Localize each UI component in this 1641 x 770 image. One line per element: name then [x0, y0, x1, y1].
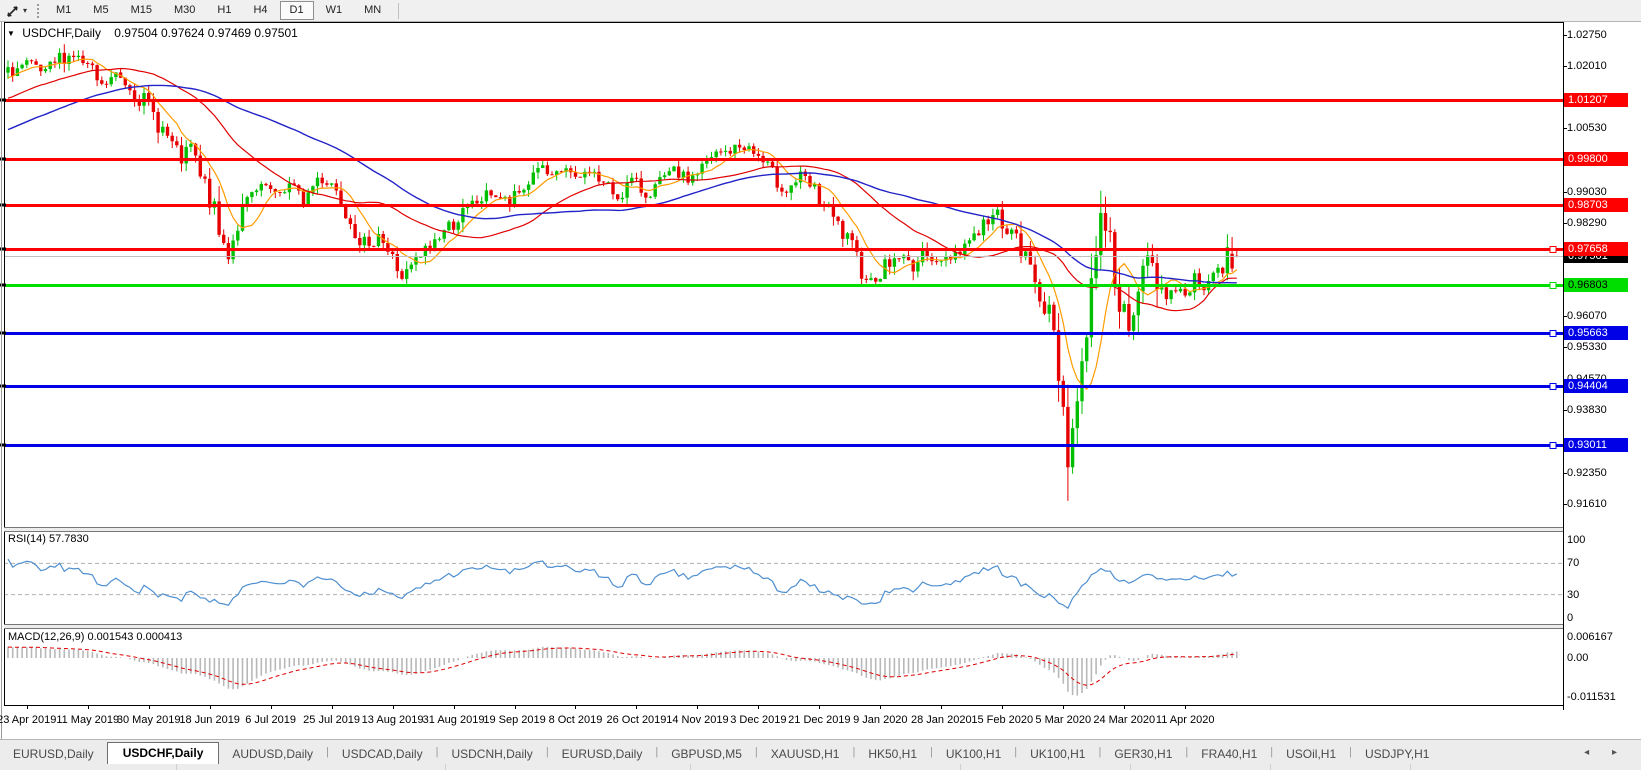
timeframe-button-d1[interactable]: D1	[279, 1, 314, 20]
toolbar-grip[interactable]	[37, 3, 39, 18]
line-drag-handle[interactable]	[1549, 246, 1557, 253]
timeframe-button-mn[interactable]: MN	[354, 1, 391, 20]
timeframe-button-h4[interactable]: H4	[243, 1, 277, 20]
chart-tab-gbpusd-m5[interactable]: GBPUSD,M5	[658, 744, 755, 765]
chart-tab-usdchf-daily[interactable]: USDCHF,Daily	[106, 742, 220, 765]
tab-scroll-arrows[interactable]: ◂ ▸	[1584, 747, 1627, 758]
chart-background	[0, 21, 1641, 739]
timeframe-button-h1[interactable]: H1	[207, 1, 241, 20]
chart-tool-icon[interactable]	[3, 2, 23, 20]
line-drag-handle[interactable]	[1549, 383, 1557, 390]
line-left-anchor	[0, 98, 6, 102]
status-divider	[1130, 764, 1131, 770]
timeframe-button-m5[interactable]: M5	[83, 1, 118, 20]
timeframe-button-m30[interactable]: M30	[164, 1, 205, 20]
status-divider	[690, 764, 691, 770]
line-left-anchor	[0, 247, 6, 251]
mt4-window: ▾ M1 M5 M15 M30 H1 H4 D1 W1 MN ▼ USDCHF,Daily 0.…	[0, 0, 1641, 770]
line-drag-handle[interactable]	[1549, 330, 1557, 337]
line-left-anchor	[0, 157, 6, 161]
chart-tab-eurusd-daily[interactable]: EURUSD,Daily	[0, 744, 107, 765]
chart-tab-audusd-daily[interactable]: AUDUSD,Daily	[219, 744, 326, 765]
status-divider	[1270, 764, 1271, 770]
line-left-anchor	[0, 443, 6, 447]
chart-tab-usdcnh-daily[interactable]: USDCNH,Daily	[438, 744, 545, 765]
chart-tab-hk50-h1[interactable]: HK50,H1	[855, 744, 930, 765]
line-left-anchor	[0, 283, 6, 287]
chart-tab-usdcad-daily[interactable]: USDCAD,Daily	[329, 744, 436, 765]
chevron-down-icon[interactable]: ▾	[23, 6, 33, 15]
chart-tab-ger30-h1[interactable]: GER30,H1	[1101, 744, 1185, 765]
chart-tab-uk100-h1[interactable]: UK100,H1	[1017, 744, 1098, 765]
status-divider	[1410, 764, 1411, 770]
chart-tab-uk100-h1[interactable]: UK100,H1	[933, 744, 1014, 765]
line-drag-handle[interactable]	[1549, 442, 1557, 449]
status-divider	[960, 764, 961, 770]
chart-tab-fra40-h1[interactable]: FRA40,H1	[1188, 744, 1270, 765]
status-divider	[445, 764, 446, 770]
chart-tab-usoil-h1[interactable]: USOil,H1	[1273, 744, 1349, 765]
timeframe-button-w1[interactable]: W1	[316, 1, 353, 20]
timeframe-button-m1[interactable]: M1	[46, 1, 81, 20]
line-left-anchor	[0, 384, 6, 388]
status-strip	[0, 764, 1641, 770]
toolbar-separator	[398, 2, 400, 19]
timeframe-button-m15[interactable]: M15	[121, 1, 162, 20]
chart-tab-eurusd-daily[interactable]: EURUSD,Daily	[549, 744, 656, 765]
chart-tab-xauusd-h1[interactable]: XAUUSD,H1	[758, 744, 853, 765]
status-divider	[176, 764, 177, 770]
line-left-anchor	[0, 203, 6, 207]
chart-plot-area[interactable]	[0, 0, 1641, 770]
timeframe-toolbar: ▾ M1 M5 M15 M30 H1 H4 D1 W1 MN	[0, 0, 1641, 22]
line-drag-handle[interactable]	[1549, 282, 1557, 289]
line-left-anchor	[0, 331, 6, 335]
chart-tab-usdjpy-h1[interactable]: USDJPY,H1	[1352, 744, 1442, 765]
chart-tab-bar: EURUSD,Daily USDCHF,Daily AUDUSD,Daily | USD…	[0, 739, 1641, 765]
